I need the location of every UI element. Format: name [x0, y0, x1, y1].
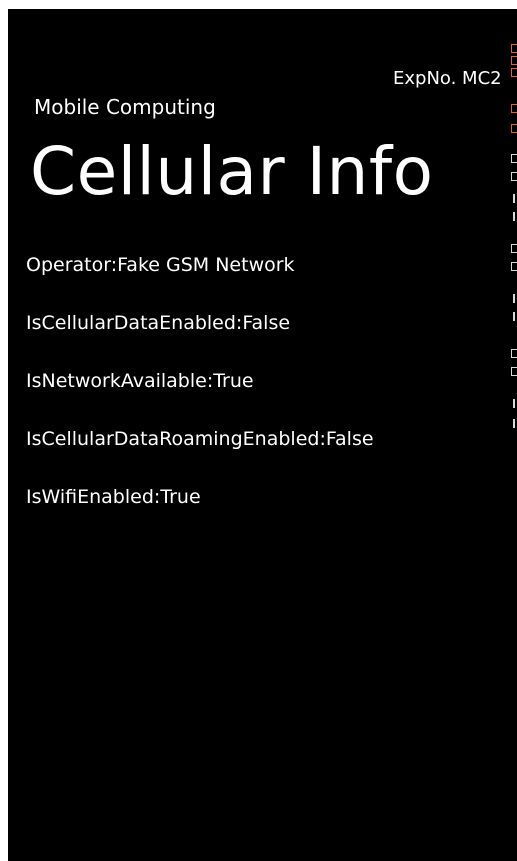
clipped-checkbox-icon — [511, 44, 517, 53]
clipped-checkbox-icon — [511, 262, 517, 271]
clipped-checkbox-icon — [511, 154, 517, 163]
phone-screen: ExpNo. MC2 Mobile Computing Cellular Inf… — [8, 9, 517, 861]
clipped-checkbox-icon — [511, 124, 517, 133]
app-title: Mobile Computing — [34, 95, 216, 119]
clipped-checkbox-icon — [511, 172, 517, 181]
cellular-data-enabled-info: IsCellularDataEnabled:False — [26, 312, 291, 334]
clipped-checkbox-icon — [511, 244, 517, 253]
info-list: Operator:Fake GSM Network IsCellularData… — [26, 253, 374, 543]
clipped-checkbox-icon — [511, 349, 517, 358]
experiment-label: ExpNo. MC2 — [393, 68, 502, 89]
clipped-checkbox-icon — [511, 68, 517, 77]
clipped-checkbox-icon — [511, 367, 517, 376]
operator-info: Operator:Fake GSM Network — [26, 254, 295, 276]
clipped-tick-icon — [513, 194, 515, 203]
clipped-edge-artifacts — [511, 44, 517, 434]
wifi-enabled-info: IsWifiEnabled:True — [26, 486, 201, 508]
clipped-tick-icon — [513, 399, 515, 408]
page-title: Cellular Info — [30, 133, 434, 210]
clipped-tick-icon — [513, 212, 515, 221]
clipped-tick-icon — [513, 419, 515, 428]
cellular-roaming-enabled-info: IsCellularDataRoamingEnabled:False — [26, 428, 374, 450]
clipped-checkbox-icon — [511, 104, 517, 113]
clipped-tick-icon — [513, 312, 515, 321]
network-available-info: IsNetworkAvailable:True — [26, 370, 254, 392]
clipped-tick-icon — [513, 294, 515, 303]
clipped-checkbox-icon — [511, 56, 517, 65]
